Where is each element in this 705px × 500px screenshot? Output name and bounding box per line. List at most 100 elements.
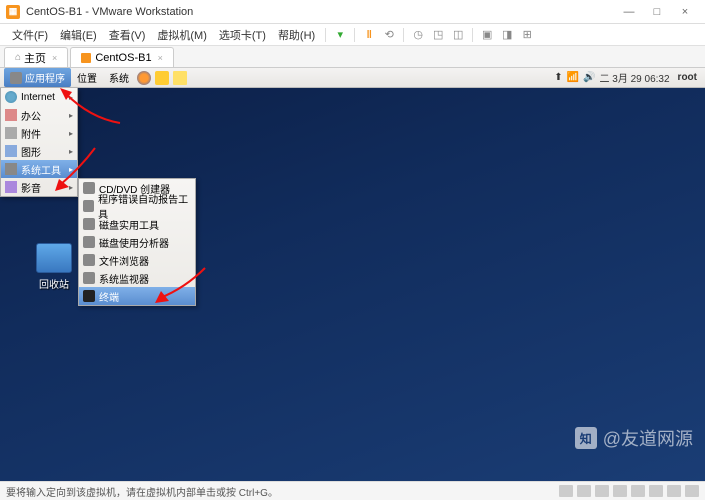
separator [472, 28, 473, 42]
separator [354, 28, 355, 42]
tab-home[interactable]: ⌂ 主页 × [4, 47, 68, 67]
globe-icon [5, 91, 17, 103]
tab-home-label: 主页 [24, 50, 46, 66]
tab-vm-label: CentOS-B1 [95, 52, 151, 64]
graphics-icon [5, 145, 17, 157]
home-icon: ⌂ [15, 52, 21, 63]
zhihu-logo-icon: 知 [575, 427, 597, 449]
chevron-right-icon: ▸ [69, 111, 73, 120]
manage-icon[interactable]: ◫ [449, 26, 467, 44]
tab-vm[interactable]: CentOS-B1 × [70, 47, 174, 67]
window-titlebar: ▦ CentOS-B1 - VMware Workstation — □ × [0, 0, 705, 24]
submenu-filebrowser[interactable]: 文件浏览器 [79, 251, 195, 269]
window-title: CentOS-B1 - VMware Workstation [26, 6, 615, 18]
device-icon[interactable] [559, 485, 573, 497]
media-icon [5, 181, 17, 193]
tools-icon [5, 163, 17, 175]
system-tools-submenu: CD/DVD 创建器 程序错误自动报告工具 磁盘实用工具 磁盘使用分析器 文件浏… [78, 178, 196, 306]
chart-icon [83, 236, 95, 248]
device-icon[interactable] [685, 485, 699, 497]
vmware-logo-icon: ▦ [6, 5, 20, 19]
gnome-system-menu[interactable]: 系统 [103, 68, 135, 87]
device-icon[interactable] [667, 485, 681, 497]
folder-icon [83, 254, 95, 266]
separator [325, 28, 326, 42]
chevron-right-icon: ▸ [69, 165, 73, 174]
disk-icon [83, 218, 95, 230]
snapshot-icon[interactable]: ⟲ [380, 26, 398, 44]
watermark: 知 @友道网源 [575, 425, 693, 451]
unity-icon[interactable]: ◨ [498, 26, 516, 44]
pause-icon[interactable]: ‖ [360, 26, 378, 44]
gnome-applications-menu[interactable]: 应用程序 [4, 68, 71, 87]
menu-accessories[interactable]: 附件▸ [1, 124, 77, 142]
update-icon[interactable]: ⬆ [554, 72, 562, 83]
attach-icon [5, 127, 17, 139]
device-icon[interactable] [613, 485, 627, 497]
chevron-right-icon: ▸ [69, 183, 73, 192]
menu-tabs[interactable]: 选项卡(T) [213, 27, 272, 43]
app-launcher-icon[interactable] [155, 71, 169, 85]
network-icon[interactable]: 📶 [567, 72, 579, 83]
watermark-text: @友道网源 [603, 425, 693, 451]
note-icon[interactable] [173, 71, 187, 85]
chevron-right-icon: ▸ [69, 93, 73, 102]
snapshot2-icon[interactable]: ◳ [429, 26, 447, 44]
menu-vm[interactable]: 虚拟机(M) [151, 27, 213, 43]
clock-text[interactable]: 二 3月 29 06:32 [600, 70, 670, 85]
statusbar-text: 要将输入定向到该虚拟机，请在虚拟机内部单击或按 Ctrl+G。 [6, 484, 278, 499]
bug-icon [83, 200, 94, 212]
gnome-apps-label: 应用程序 [25, 70, 65, 85]
menubar: 文件(F) 编辑(E) 查看(V) 虚拟机(M) 选项卡(T) 帮助(H) ▾ … [0, 24, 705, 46]
maximize-button[interactable]: □ [643, 6, 671, 18]
minimize-button[interactable]: — [615, 6, 643, 18]
submenu-sysmonitor[interactable]: 系统监视器 [79, 269, 195, 287]
submenu-bugreport[interactable]: 程序错误自动报告工具 [79, 197, 195, 215]
menu-system-tools[interactable]: 系统工具▸ [1, 160, 77, 178]
office-icon [5, 109, 17, 121]
close-button[interactable]: × [671, 6, 699, 18]
vm-icon [81, 53, 91, 63]
chevron-right-icon: ▸ [69, 129, 73, 138]
gnome-panel: 应用程序 位置 系统 ⬆ 📶 🔊 二 3月 29 06:32 root [0, 68, 705, 88]
view-icon[interactable]: ⊞ [518, 26, 536, 44]
menu-edit[interactable]: 编辑(E) [54, 27, 103, 43]
tab-close-icon[interactable]: × [158, 53, 163, 63]
gnome-places-menu[interactable]: 位置 [71, 68, 103, 87]
chevron-right-icon: ▸ [69, 147, 73, 156]
menu-internet[interactable]: Internet▸ [1, 88, 77, 106]
gnome-foot-icon [10, 72, 22, 84]
statusbar: 要将输入定向到该虚拟机，请在虚拟机内部单击或按 Ctrl+G。 [0, 481, 705, 500]
menu-file[interactable]: 文件(F) [6, 27, 54, 43]
menu-office[interactable]: 办公▸ [1, 106, 77, 124]
menu-help[interactable]: 帮助(H) [272, 27, 321, 43]
device-icon[interactable] [577, 485, 591, 497]
power-dropdown-icon[interactable]: ▾ [331, 26, 349, 44]
submenu-diskusage[interactable]: 磁盘使用分析器 [79, 233, 195, 251]
device-icon[interactable] [595, 485, 609, 497]
volume-icon[interactable]: 🔊 [583, 72, 595, 83]
submenu-terminal[interactable]: 终端 [79, 287, 195, 305]
terminal-icon [83, 290, 95, 302]
trash-icon [36, 243, 72, 273]
clock-icon[interactable]: ◷ [409, 26, 427, 44]
desktop-trash[interactable]: 回收站 [30, 243, 78, 291]
trash-label: 回收站 [30, 276, 78, 291]
device-icon[interactable] [631, 485, 645, 497]
user-label[interactable]: root [678, 72, 697, 83]
fullscreen-icon[interactable]: ▣ [478, 26, 496, 44]
menu-graphics[interactable]: 图形▸ [1, 142, 77, 160]
tabbar: ⌂ 主页 × CentOS-B1 × [0, 46, 705, 68]
monitor-icon [83, 272, 95, 284]
applications-menu: Internet▸ 办公▸ 附件▸ 图形▸ 系统工具▸ 影音▸ [0, 88, 78, 197]
system-tray: ⬆ 📶 🔊 二 3月 29 06:32 root [554, 70, 701, 85]
firefox-icon[interactable] [137, 71, 151, 85]
disc-icon [83, 182, 95, 194]
tab-close-icon[interactable]: × [52, 53, 57, 63]
device-icon[interactable] [649, 485, 663, 497]
vm-screen[interactable]: 应用程序 位置 系统 ⬆ 📶 🔊 二 3月 29 06:32 root Inte… [0, 68, 705, 481]
menu-view[interactable]: 查看(V) [103, 27, 152, 43]
menu-media[interactable]: 影音▸ [1, 178, 77, 196]
separator [403, 28, 404, 42]
statusbar-icons [559, 485, 699, 497]
